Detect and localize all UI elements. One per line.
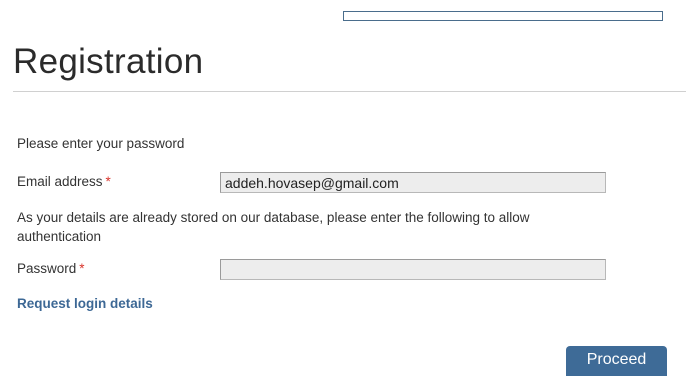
password-prompt-text: Please enter your password	[17, 136, 185, 151]
password-required-marker: *	[79, 261, 85, 276]
email-required-marker: *	[105, 174, 111, 189]
password-label-text: Password	[17, 261, 77, 276]
title-divider	[13, 91, 686, 92]
request-login-details-link[interactable]: Request login details	[17, 294, 153, 313]
proceed-button[interactable]: Proceed	[566, 346, 667, 376]
email-label: Email address *	[17, 172, 111, 191]
page-title: Registration	[13, 42, 204, 81]
top-search-input[interactable]	[343, 11, 663, 21]
email-label-text: Email address	[17, 174, 103, 189]
email-field[interactable]	[220, 172, 606, 193]
registration-page: Registration Please enter your password …	[0, 0, 686, 376]
details-note-text: As your details are already stored on ou…	[17, 210, 530, 244]
password-label: Password *	[17, 259, 85, 278]
password-field[interactable]	[220, 259, 606, 280]
